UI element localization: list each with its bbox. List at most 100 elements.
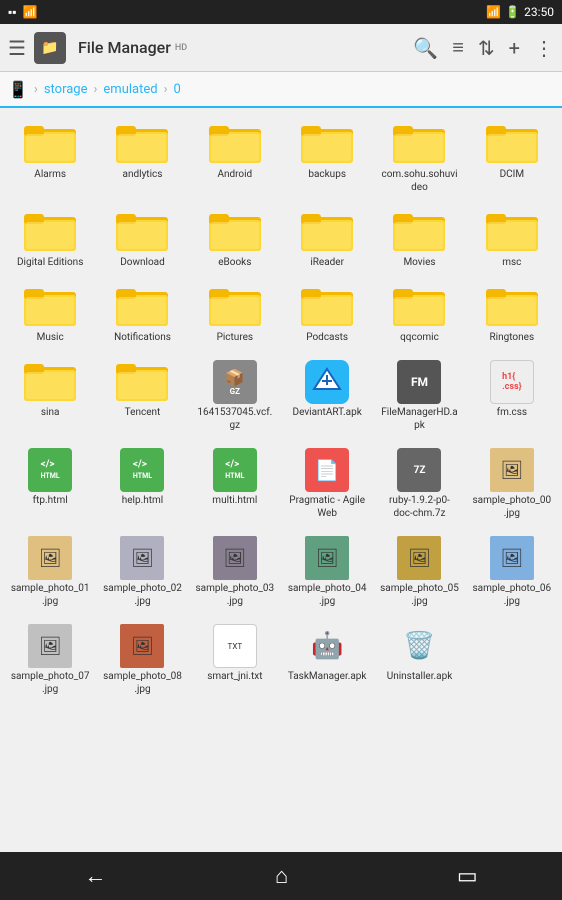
list-view-button[interactable]: ≡: [452, 35, 464, 60]
file-label: sample_photo_05.jpg: [379, 582, 459, 608]
file-icon: 🖼: [301, 536, 353, 580]
file-item-sample-photo-06-jpg[interactable]: 🖼sample_photo_06.jpg: [466, 530, 558, 614]
file-item-alarms[interactable]: Alarms: [4, 116, 96, 200]
file-label: Notifications: [114, 331, 171, 344]
file-label: sample_photo_06.jpg: [472, 582, 552, 608]
file-item-pictures[interactable]: Pictures: [189, 279, 281, 350]
file-icon: 🖼: [393, 536, 445, 580]
file-item-dcim[interactable]: DCIM: [466, 116, 558, 200]
file-icon: [24, 285, 76, 329]
file-item-sample-photo-04-jpg[interactable]: 🖼sample_photo_04.jpg: [281, 530, 373, 614]
file-item-tencent[interactable]: Tencent: [96, 354, 188, 438]
file-item-sina[interactable]: sina: [4, 354, 96, 438]
file-icon: 🖼: [24, 536, 76, 580]
file-item-ireader[interactable]: iReader: [281, 204, 373, 275]
file-item-com-sohu-sohuvideo[interactable]: com.sohu.sohuvideo: [373, 116, 465, 200]
file-icon: 🖼: [116, 624, 168, 668]
file-item-multi-html[interactable]: </>HTMLmulti.html: [189, 442, 281, 526]
back-button[interactable]: ←: [84, 863, 106, 889]
file-label: smart_jni.txt: [207, 670, 262, 683]
file-icon: 🖼: [209, 536, 261, 580]
file-label: 1641537045.vcf.gz: [195, 406, 275, 432]
file-icon: [301, 210, 353, 254]
file-label: msc: [502, 256, 521, 269]
file-label: Pictures: [217, 331, 254, 344]
file-item-backups[interactable]: backups: [281, 116, 373, 200]
app-icon: 📁: [34, 32, 66, 64]
file-item-sample-photo-01-jpg[interactable]: 🖼sample_photo_01.jpg: [4, 530, 96, 614]
file-icon: h1{.css}: [486, 360, 538, 404]
file-icon: 🖼: [116, 536, 168, 580]
file-icon: 🖼: [486, 448, 538, 492]
file-icon: [393, 122, 445, 166]
file-label: Music: [37, 331, 64, 344]
file-label: sample_photo_02.jpg: [102, 582, 182, 608]
bottom-nav: ← ⌂ ▭: [0, 852, 562, 900]
file-item-uninstaller-apk[interactable]: 🗑️Uninstaller.apk: [373, 618, 465, 702]
file-item-1641537045-vcf-gz[interactable]: 📦GZ1641537045.vcf.gz: [189, 354, 281, 438]
file-label: DeviantART.apk: [293, 406, 362, 419]
file-item-ftp-html[interactable]: </>HTMLftp.html: [4, 442, 96, 526]
breadcrumb: 📱 › storage › emulated › 0: [0, 72, 562, 108]
sim-icon: ▪▪: [8, 5, 17, 19]
file-item-smart-jni-txt[interactable]: TXTsmart_jni.txt: [189, 618, 281, 702]
search-button[interactable]: 🔍: [413, 36, 438, 60]
file-icon: 📄: [301, 448, 353, 492]
device-icon: 📱: [8, 80, 28, 99]
file-item-filemanagerhd-apk[interactable]: FMFileManagerHD.apk: [373, 354, 465, 438]
file-item-sample-photo-02-jpg[interactable]: 🖼sample_photo_02.jpg: [96, 530, 188, 614]
file-item-ringtones[interactable]: Ringtones: [466, 279, 558, 350]
file-item-sample-photo-03-jpg[interactable]: 🖼sample_photo_03.jpg: [189, 530, 281, 614]
file-item-android[interactable]: Android: [189, 116, 281, 200]
file-item-pragmatic---agile-web[interactable]: 📄Pragmatic - Agile Web: [281, 442, 373, 526]
file-item-sample-photo-08-jpg[interactable]: 🖼sample_photo_08.jpg: [96, 618, 188, 702]
file-item-sample-photo-00-jpg[interactable]: 🖼sample_photo_00.jpg: [466, 442, 558, 526]
file-icon: FM: [393, 360, 445, 404]
file-item-taskmanager-apk[interactable]: 🤖TaskManager.apk: [281, 618, 373, 702]
status-bar: ▪▪ 📶 📶 🔋 23:50: [0, 0, 562, 24]
file-label: FileManagerHD.apk: [379, 406, 459, 432]
file-label: Podcasts: [306, 331, 348, 344]
file-label: TaskManager.apk: [288, 670, 367, 683]
file-item-sample-photo-07-jpg[interactable]: 🖼sample_photo_07.jpg: [4, 618, 96, 702]
file-label: sample_photo_08.jpg: [102, 670, 182, 696]
add-button[interactable]: +: [509, 36, 520, 60]
menu-button[interactable]: ☰: [8, 36, 26, 60]
file-item-podcasts[interactable]: Podcasts: [281, 279, 373, 350]
file-item-sample-photo-05-jpg[interactable]: 🖼sample_photo_05.jpg: [373, 530, 465, 614]
file-item-andlytics[interactable]: andlytics: [96, 116, 188, 200]
file-label: ruby-1.9.2-p0-doc-chm.7z: [379, 494, 459, 520]
file-item-deviantart-apk[interactable]: DeviantART.apk: [281, 354, 373, 438]
file-item-download[interactable]: Download: [96, 204, 188, 275]
file-item-movies[interactable]: Movies: [373, 204, 465, 275]
more-button[interactable]: ⋮: [534, 36, 554, 60]
file-icon: [301, 285, 353, 329]
file-label: Movies: [403, 256, 435, 269]
file-icon: [301, 360, 353, 404]
file-item-music[interactable]: Music: [4, 279, 96, 350]
file-icon: [24, 122, 76, 166]
app-title: File ManagerHD: [78, 38, 405, 57]
file-icon: 🖼: [486, 536, 538, 580]
file-label: help.html: [122, 494, 163, 507]
file-item-notifications[interactable]: Notifications: [96, 279, 188, 350]
breadcrumb-emulated[interactable]: emulated: [103, 82, 157, 97]
file-item-msc[interactable]: msc: [466, 204, 558, 275]
recent-button[interactable]: ▭: [457, 864, 478, 889]
file-icon: 🗑️: [393, 624, 445, 668]
file-label: Digital Editions: [17, 256, 83, 269]
home-button[interactable]: ⌂: [275, 863, 288, 889]
file-item-help-html[interactable]: </>HTMLhelp.html: [96, 442, 188, 526]
file-label: Tencent: [125, 406, 161, 419]
breadcrumb-storage[interactable]: storage: [44, 82, 88, 97]
time-display: 23:50: [524, 5, 554, 19]
file-item-ebooks[interactable]: eBooks: [189, 204, 281, 275]
file-item-fm-css[interactable]: h1{.css}fm.css: [466, 354, 558, 438]
file-item-qqcomic[interactable]: qqcomic: [373, 279, 465, 350]
breadcrumb-0[interactable]: 0: [173, 82, 180, 97]
file-icon: [486, 285, 538, 329]
sort-button[interactable]: ⇅: [478, 36, 495, 60]
file-item-ruby-1-9-2-p0-doc-chm-7z[interactable]: 7Zruby-1.9.2-p0-doc-chm.7z: [373, 442, 465, 526]
file-icon: [301, 122, 353, 166]
file-item-digital-editions[interactable]: Digital Editions: [4, 204, 96, 275]
